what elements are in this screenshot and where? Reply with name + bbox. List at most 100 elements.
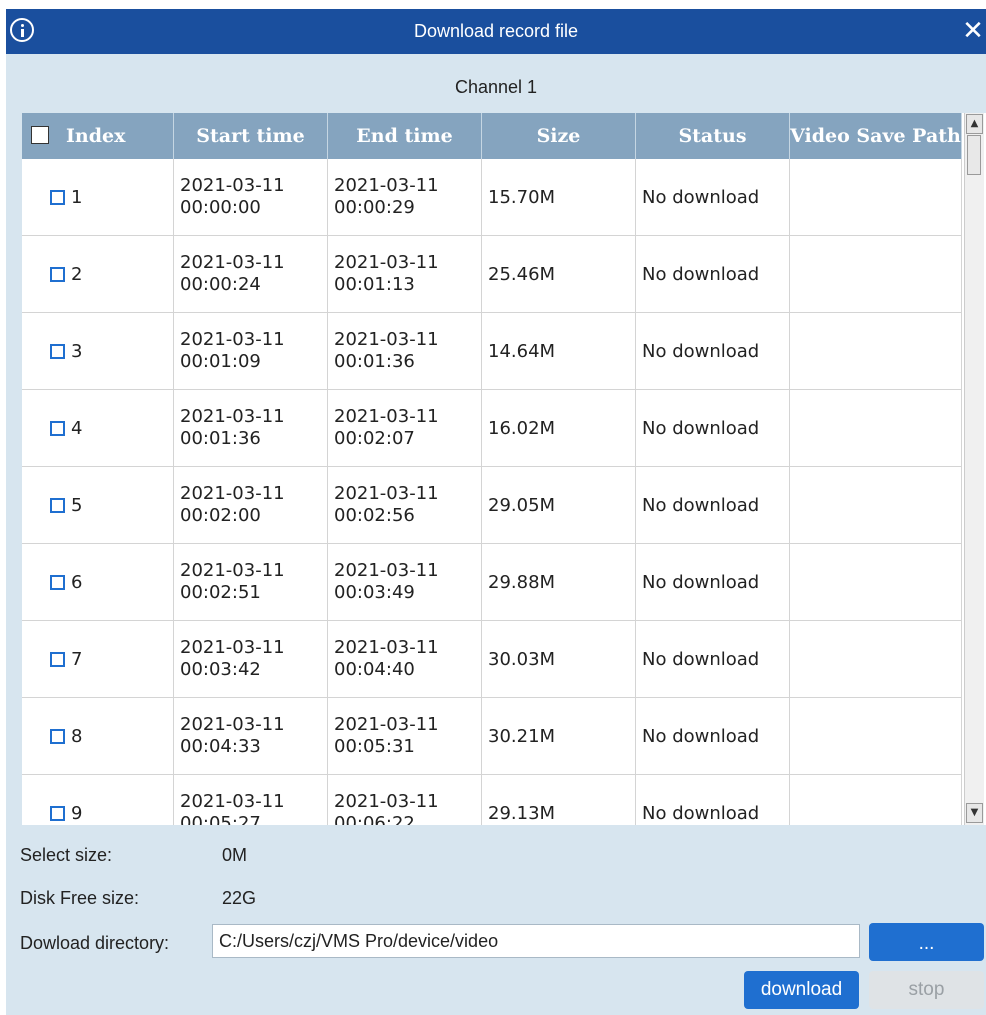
table-row[interactable]: 9 2021-03-11 00:05:27 2021-03-11 00:06:22 29.… — [22, 775, 962, 825]
column-header-start-time[interactable]: Start time — [174, 113, 328, 159]
video-save-path-cell — [790, 544, 962, 620]
end-date: 2021-03-11 — [334, 406, 439, 427]
table-row[interactable]: 8 2021-03-11 00:04:33 2021-03-11 00:05:31 30.… — [22, 698, 962, 775]
start-clock: 00:00:00 — [180, 197, 261, 218]
end-time-cell: 2021-03-11 00:03:49 — [328, 544, 482, 620]
row-checkbox[interactable] — [50, 497, 65, 513]
browse-button[interactable]: ... — [869, 923, 984, 961]
end-date: 2021-03-11 — [334, 714, 439, 735]
table-row[interactable]: 4 2021-03-11 00:01:36 2021-03-11 00:02:07 16.… — [22, 390, 962, 467]
vertical-scrollbar[interactable]: ▲ ▼ — [964, 113, 984, 825]
scroll-thumb[interactable] — [967, 135, 981, 175]
table-body: 1 2021-03-11 00:00:00 2021-03-11 00:00:29 15.… — [22, 159, 962, 825]
table-row[interactable]: 5 2021-03-11 00:02:00 2021-03-11 00:02:56 29.… — [22, 467, 962, 544]
select-all-checkbox[interactable] — [31, 126, 49, 144]
start-date: 2021-03-11 — [180, 329, 285, 350]
start-time-cell: 2021-03-11 00:03:42 — [174, 621, 328, 697]
end-time-cell: 2021-03-11 00:06:22 — [328, 775, 482, 825]
column-header-video-save-path[interactable]: Video Save Path — [790, 113, 962, 159]
row-index: 5 — [71, 494, 83, 516]
row-index-cell[interactable]: 4 — [22, 390, 174, 466]
size-cell: 30.03M — [482, 621, 636, 697]
end-clock: 00:00:29 — [334, 197, 415, 218]
end-clock: 00:06:22 — [334, 813, 415, 825]
row-checkbox[interactable] — [50, 728, 65, 744]
table-row[interactable]: 1 2021-03-11 00:00:00 2021-03-11 00:00:29 15.… — [22, 159, 962, 236]
download-button[interactable]: download — [744, 971, 859, 1009]
row-index-cell[interactable]: 7 — [22, 621, 174, 697]
channel-label: Channel 1 — [454, 77, 538, 97]
end-date: 2021-03-11 — [334, 175, 439, 196]
size-cell: 29.13M — [482, 775, 636, 825]
row-checkbox[interactable] — [50, 343, 65, 359]
start-time-cell: 2021-03-11 00:02:00 — [174, 467, 328, 543]
column-header-status[interactable]: Status — [636, 113, 790, 159]
dialog-title: Download record file — [413, 21, 579, 41]
column-header-index-label: Index — [66, 125, 126, 147]
row-checkbox[interactable] — [50, 574, 65, 590]
row-index-cell[interactable]: 2 — [22, 236, 174, 312]
stop-button[interactable]: stop — [869, 971, 984, 1009]
size-cell: 16.02M — [482, 390, 636, 466]
scroll-up-icon[interactable]: ▲ — [966, 114, 983, 134]
end-clock: 00:05:31 — [334, 736, 415, 757]
video-save-path-cell — [790, 159, 962, 235]
end-time-cell: 2021-03-11 00:04:40 — [328, 621, 482, 697]
download-directory-input[interactable]: C:/Users/czj/VMS Pro/device/video — [212, 924, 860, 958]
end-clock: 00:01:36 — [334, 351, 415, 372]
video-save-path-cell — [790, 467, 962, 543]
video-save-path-cell — [790, 698, 962, 774]
scroll-down-icon[interactable]: ▼ — [966, 803, 983, 823]
size-cell: 29.05M — [482, 467, 636, 543]
start-date: 2021-03-11 — [180, 637, 285, 658]
status-cell: No download — [636, 698, 790, 774]
end-time-cell: 2021-03-11 00:02:56 — [328, 467, 482, 543]
table-row[interactable]: 2 2021-03-11 00:00:24 2021-03-11 00:01:13 25.… — [22, 236, 962, 313]
row-index: 2 — [71, 263, 83, 285]
video-save-path-cell — [790, 621, 962, 697]
row-checkbox[interactable] — [50, 805, 65, 821]
row-index-cell[interactable]: 1 — [22, 159, 174, 235]
table-row[interactable]: 7 2021-03-11 00:03:42 2021-03-11 00:04:40 30.… — [22, 621, 962, 698]
status-cell: No download — [636, 390, 790, 466]
select-size-label: Select size: — [20, 845, 113, 865]
select-size-value: 0M — [222, 845, 248, 865]
row-index: 4 — [71, 417, 83, 439]
start-date: 2021-03-11 — [180, 252, 285, 273]
row-checkbox[interactable] — [50, 189, 65, 205]
row-checkbox[interactable] — [50, 266, 65, 282]
title-bar: Download record file ✕ — [6, 9, 986, 54]
close-icon[interactable]: ✕ — [960, 17, 986, 45]
start-date: 2021-03-11 — [180, 560, 285, 581]
table-row[interactable]: 6 2021-03-11 00:02:51 2021-03-11 00:03:49 29.… — [22, 544, 962, 621]
column-header-end-time[interactable]: End time — [328, 113, 482, 159]
row-index-cell[interactable]: 3 — [22, 313, 174, 389]
start-clock: 00:05:27 — [180, 813, 261, 825]
status-cell: No download — [636, 775, 790, 825]
row-checkbox[interactable] — [50, 420, 65, 436]
row-index-cell[interactable]: 8 — [22, 698, 174, 774]
row-index-cell[interactable]: 9 — [22, 775, 174, 825]
column-header-size[interactable]: Size — [482, 113, 636, 159]
row-index-cell[interactable]: 6 — [22, 544, 174, 620]
start-time-cell: 2021-03-11 00:05:27 — [174, 775, 328, 825]
start-clock: 00:01:36 — [180, 428, 261, 449]
row-checkbox[interactable] — [50, 651, 65, 667]
status-cell: No download — [636, 236, 790, 312]
end-clock: 00:04:40 — [334, 659, 415, 680]
start-time-cell: 2021-03-11 00:02:51 — [174, 544, 328, 620]
row-index-cell[interactable]: 5 — [22, 467, 174, 543]
status-cell: No download — [636, 159, 790, 235]
video-save-path-cell — [790, 313, 962, 389]
video-save-path-cell — [790, 390, 962, 466]
start-time-cell: 2021-03-11 00:04:33 — [174, 698, 328, 774]
start-clock: 00:02:51 — [180, 582, 261, 603]
disk-free-label: Disk Free size: — [20, 888, 140, 908]
size-cell: 30.21M — [482, 698, 636, 774]
video-save-path-cell — [790, 775, 962, 825]
row-index: 7 — [71, 648, 83, 670]
end-date: 2021-03-11 — [334, 637, 439, 658]
end-clock: 00:02:07 — [334, 428, 415, 449]
column-header-index[interactable]: Index — [22, 113, 174, 159]
table-row[interactable]: 3 2021-03-11 00:01:09 2021-03-11 00:01:36 14.… — [22, 313, 962, 390]
